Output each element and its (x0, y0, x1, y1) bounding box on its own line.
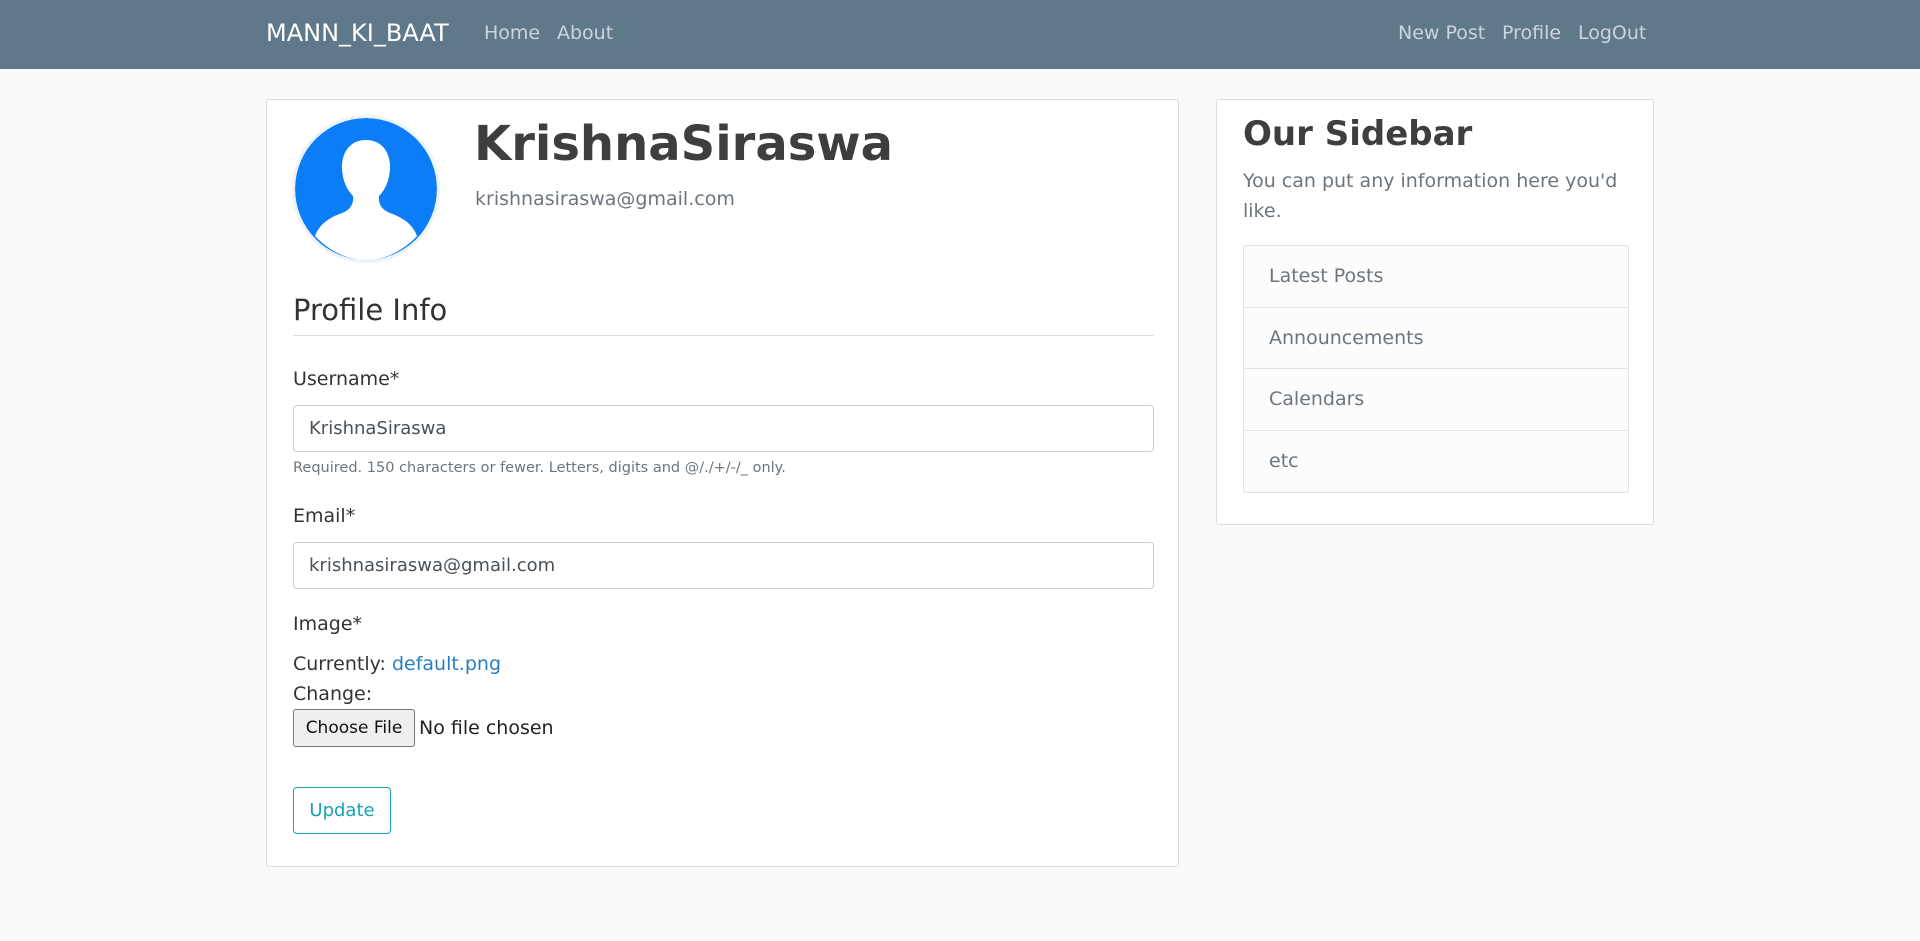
nav-link-logout[interactable]: LogOut (1578, 22, 1646, 44)
username-help-text: Required. 150 characters or fewer. Lette… (293, 460, 786, 476)
nav-link-about[interactable]: About (557, 22, 613, 44)
brand-link[interactable]: MANN_KI_BAAT (266, 19, 449, 47)
nav-link-profile[interactable]: Profile (1502, 22, 1561, 44)
sidebar-item-calendars[interactable]: Calendars (1244, 369, 1628, 431)
profile-card: KrishnaSiraswa krishnasiraswa@gmail.com … (266, 99, 1179, 867)
current-image-link[interactable]: default.png (392, 653, 501, 675)
current-image-row: Currently: default.png (293, 653, 501, 675)
nav-link-home[interactable]: Home (484, 22, 540, 44)
update-button[interactable]: Update (293, 787, 391, 834)
sidebar-list: Latest Posts Announcements Calendars etc (1243, 245, 1629, 493)
sidebar-item-etc[interactable]: etc (1244, 431, 1628, 493)
choose-file-button[interactable]: Choose File (293, 709, 415, 747)
username-label: Username* (293, 368, 400, 390)
sidebar-item-announcements[interactable]: Announcements (1244, 308, 1628, 369)
default-user-avatar-icon (292, 115, 440, 263)
sidebar-card: Our Sidebar You can put any information … (1216, 99, 1654, 525)
sidebar-title: Our Sidebar (1243, 114, 1473, 154)
username-input[interactable] (293, 405, 1154, 452)
email-input[interactable] (293, 542, 1154, 589)
sidebar-item-latest-posts[interactable]: Latest Posts (1244, 246, 1628, 308)
email-label: Email* (293, 505, 356, 527)
image-label: Image* (293, 613, 363, 635)
currently-label: Currently: (293, 653, 386, 675)
profile-info-legend: Profile Info (293, 293, 1154, 336)
nav-link-new-post[interactable]: New Post (1398, 22, 1485, 44)
file-status-text: No file chosen (419, 717, 554, 739)
account-email: krishnasiraswa@gmail.com (475, 188, 735, 210)
account-username-heading: KrishnaSiraswa (474, 116, 894, 172)
sidebar-description: You can put any information here you'd l… (1243, 170, 1618, 222)
change-label: Change: (293, 683, 373, 705)
top-navbar: MANN_KI_BAAT Home About New Post Profile… (0, 0, 1920, 69)
